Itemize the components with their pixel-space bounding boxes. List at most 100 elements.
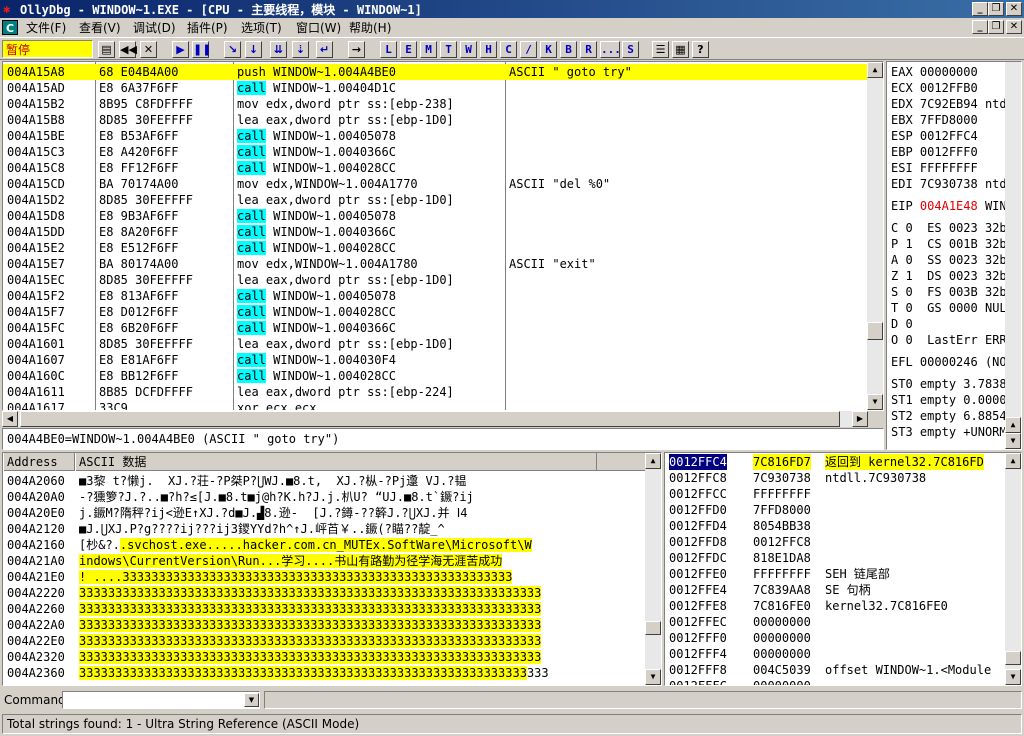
cpu-window-icon[interactable]: C [2, 20, 18, 35]
disasm-row[interactable]: 004A15A8 68 E04B4A00 push WINDOW~1.004A4BE… [3, 64, 869, 80]
list-icon[interactable]: ☰ [652, 41, 669, 58]
trace-into-icon[interactable]: ⇊ [270, 41, 287, 58]
dump-header-address[interactable]: Address [3, 453, 75, 471]
menu-debug[interactable]: 调试(D) [133, 20, 176, 36]
stack-row[interactable]: 0012FFFC 00000000 [665, 678, 1007, 685]
help-icon[interactable]: ? [692, 41, 709, 58]
disasm-hscroll[interactable]: ◀ ▶ [2, 411, 868, 427]
pause-icon[interactable]: ❚❚ [192, 41, 211, 58]
stack-row[interactable]: 0012FFE0 FFFFFFFF SEH 链尾部 [665, 566, 1007, 582]
efl-row[interactable]: EFL 00000246 (NO, [891, 354, 1014, 370]
flag-value[interactable]: 1 [905, 269, 912, 283]
register-row[interactable]: EDI 7C930738 ntdl [891, 176, 1014, 192]
register-row[interactable]: ECX 0012FFB0 [891, 80, 985, 96]
restore-button[interactable]: ❐ [988, 2, 1004, 16]
disasm-row[interactable]: 004A15C3 E8 A420F6FF call WINDOW~1.0040366… [3, 144, 869, 160]
disasm-row[interactable]: 004A1601 8D85 30FEFFFF lea eax,dword ptr s… [3, 336, 869, 352]
mdi-restore-button[interactable]: ❐ [988, 20, 1004, 34]
disasm-row[interactable]: 004A15E7 BA 80174A00 mov edx,WINDOW~1.004A… [3, 256, 869, 272]
stack-row[interactable]: 0012FFD0 7FFD8000 [665, 502, 1007, 518]
disasm-row[interactable]: 004A1607 E8 E81AF6FF call WINDOW~1.004030F… [3, 352, 869, 368]
handles-window-button[interactable]: H [480, 41, 497, 58]
menu-help[interactable]: 帮助(H) [349, 20, 391, 36]
flag-row[interactable]: A 0 SS 0023 32bi [891, 252, 1014, 268]
flag-row[interactable]: P 1 CS 001B 32bi [891, 236, 1014, 252]
run-trace-window-button[interactable]: ... [600, 41, 621, 58]
fpu-row[interactable]: ST0 empty 3.7838 [891, 376, 1007, 392]
disasm-row[interactable]: 004A15B2 8B95 C8FDFFFF mov edx,dword ptr s… [3, 96, 869, 112]
disasm-row[interactable]: 004A15F7 E8 D012F6FF call WINDOW~1.004028C… [3, 304, 869, 320]
scroll-down-icon[interactable]: ▼ [645, 669, 661, 685]
flag-row[interactable]: D 0 [891, 316, 942, 332]
disasm-vscroll[interactable]: ▲ ▼ [867, 62, 883, 410]
disasm-row[interactable]: 004A15BE E8 B53AF6FF call WINDOW~1.0040507… [3, 128, 869, 144]
scroll-up-icon[interactable]: ▲ [867, 62, 883, 78]
register-row[interactable]: ESP 0012FFC4 [891, 128, 985, 144]
memory-window-button[interactable]: M [420, 41, 437, 58]
scroll-up-icon[interactable]: ▲ [645, 453, 661, 469]
step-into-icon[interactable]: ↘ [224, 41, 241, 58]
menu-view[interactable]: 查看(V) [79, 20, 121, 36]
mdi-close-button[interactable]: ✕ [1006, 20, 1022, 34]
references-window-button[interactable]: R [580, 41, 597, 58]
scroll-right-icon[interactable]: ▶ [852, 411, 868, 427]
register-row[interactable]: EIP 004A1E48 WIND [891, 198, 1014, 214]
open-icon[interactable]: ▤ [98, 41, 115, 58]
disasm-row[interactable]: 004A1611 8B85 DCFDFFFF lea eax,dword ptr s… [3, 384, 869, 400]
stack-vscroll[interactable]: ▲ ▼ [1005, 453, 1021, 685]
disasm-scroll-thumb[interactable] [867, 322, 883, 340]
minimize-button[interactable]: _ [972, 2, 988, 16]
stack-row[interactable]: 0012FFD4 8054BB38 [665, 518, 1007, 534]
register-value[interactable]: FFFFFFFF [920, 161, 978, 175]
register-value[interactable]: 7C92EB94 [920, 97, 978, 111]
mdi-minimize-button[interactable]: _ [972, 20, 988, 34]
modules-window-button[interactable]: E [400, 41, 417, 58]
register-row[interactable]: ESI FFFFFFFF [891, 160, 985, 176]
register-value[interactable]: 7C930738 [920, 177, 978, 191]
register-value[interactable]: 7FFD8000 [920, 113, 978, 127]
stack-row[interactable]: 0012FFC4 7C816FD7 返回到 kernel32.7C816FD [665, 454, 1007, 470]
register-value[interactable]: 0012FFC4 [920, 129, 978, 143]
stack-row[interactable]: 0012FFEC 00000000 [665, 614, 1007, 630]
run-icon[interactable]: ▶ [172, 41, 189, 58]
flag-row[interactable]: S 0 FS 003B 32bi [891, 284, 1014, 300]
register-row[interactable]: EDX 7C92EB94 ntdll [891, 96, 1021, 112]
command-input[interactable] [62, 691, 260, 709]
close-icon[interactable]: ✕ [140, 41, 157, 58]
close-button[interactable]: ✕ [1006, 2, 1022, 16]
menu-options[interactable]: 选项(T) [241, 20, 282, 36]
flag-row[interactable]: T 0 GS 0000 NULL [891, 300, 1014, 316]
flag-value[interactable]: 0 [905, 285, 912, 299]
breakpoints-window-button[interactable]: B [560, 41, 577, 58]
register-row[interactable]: EBP 0012FFF0 [891, 144, 985, 160]
fpu-row[interactable]: ST2 empty 6.8854 [891, 408, 1007, 424]
flag-value[interactable]: 0 [905, 333, 912, 347]
patches-window-button[interactable]: / [520, 41, 537, 58]
disasm-row[interactable]: 004A15F2 E8 813AF6FF call WINDOW~1.0040507… [3, 288, 869, 304]
menu-window[interactable]: 窗口(W) [296, 20, 341, 36]
stack-row[interactable]: 0012FFF0 00000000 [665, 630, 1007, 646]
register-value[interactable]: 00000000 [920, 65, 978, 79]
flag-value[interactable]: 1 [905, 237, 912, 251]
flag-row[interactable]: C 0 ES 0023 32bi [891, 220, 1014, 236]
goto-icon[interactable]: → [348, 41, 365, 58]
chevron-down-icon[interactable]: ▼ [244, 693, 259, 707]
disasm-row[interactable]: 004A15FC E8 6B20F6FF call WINDOW~1.0040366… [3, 320, 869, 336]
dump-header-ascii[interactable]: ASCII 数据 [75, 453, 597, 471]
fpu-row[interactable]: ST1 empty 0.0000 [891, 392, 1007, 408]
disasm-row[interactable]: 004A15E2 E8 E512F6FF call WINDOW~1.004028C… [3, 240, 869, 256]
dump-scroll-thumb[interactable] [645, 621, 661, 635]
register-row[interactable]: EBX 7FFD8000 [891, 112, 985, 128]
register-value[interactable]: 004A1E48 [920, 199, 978, 213]
execute-till-return-icon[interactable]: ↵ [316, 41, 333, 58]
stack-row[interactable]: 0012FFDC 818E1DA8 [665, 550, 1007, 566]
menu-file[interactable]: 文件(F) [26, 20, 66, 36]
callstack-window-button[interactable]: K [540, 41, 557, 58]
disassembly-pane[interactable]: 004A15A8 68 E04B4A00 push WINDOW~1.004A4BE… [2, 61, 884, 411]
step-over-icon[interactable]: ↓ [245, 41, 262, 58]
register-value[interactable]: 0012FFB0 [920, 81, 978, 95]
flag-value[interactable]: 0 [905, 317, 912, 331]
scroll-down-icon[interactable]: ▼ [1005, 433, 1021, 449]
disasm-row[interactable]: 004A15EC 8D85 30FEFFFF lea eax,dword ptr s… [3, 272, 869, 288]
rewind-icon[interactable]: ◀◀ [119, 41, 137, 58]
